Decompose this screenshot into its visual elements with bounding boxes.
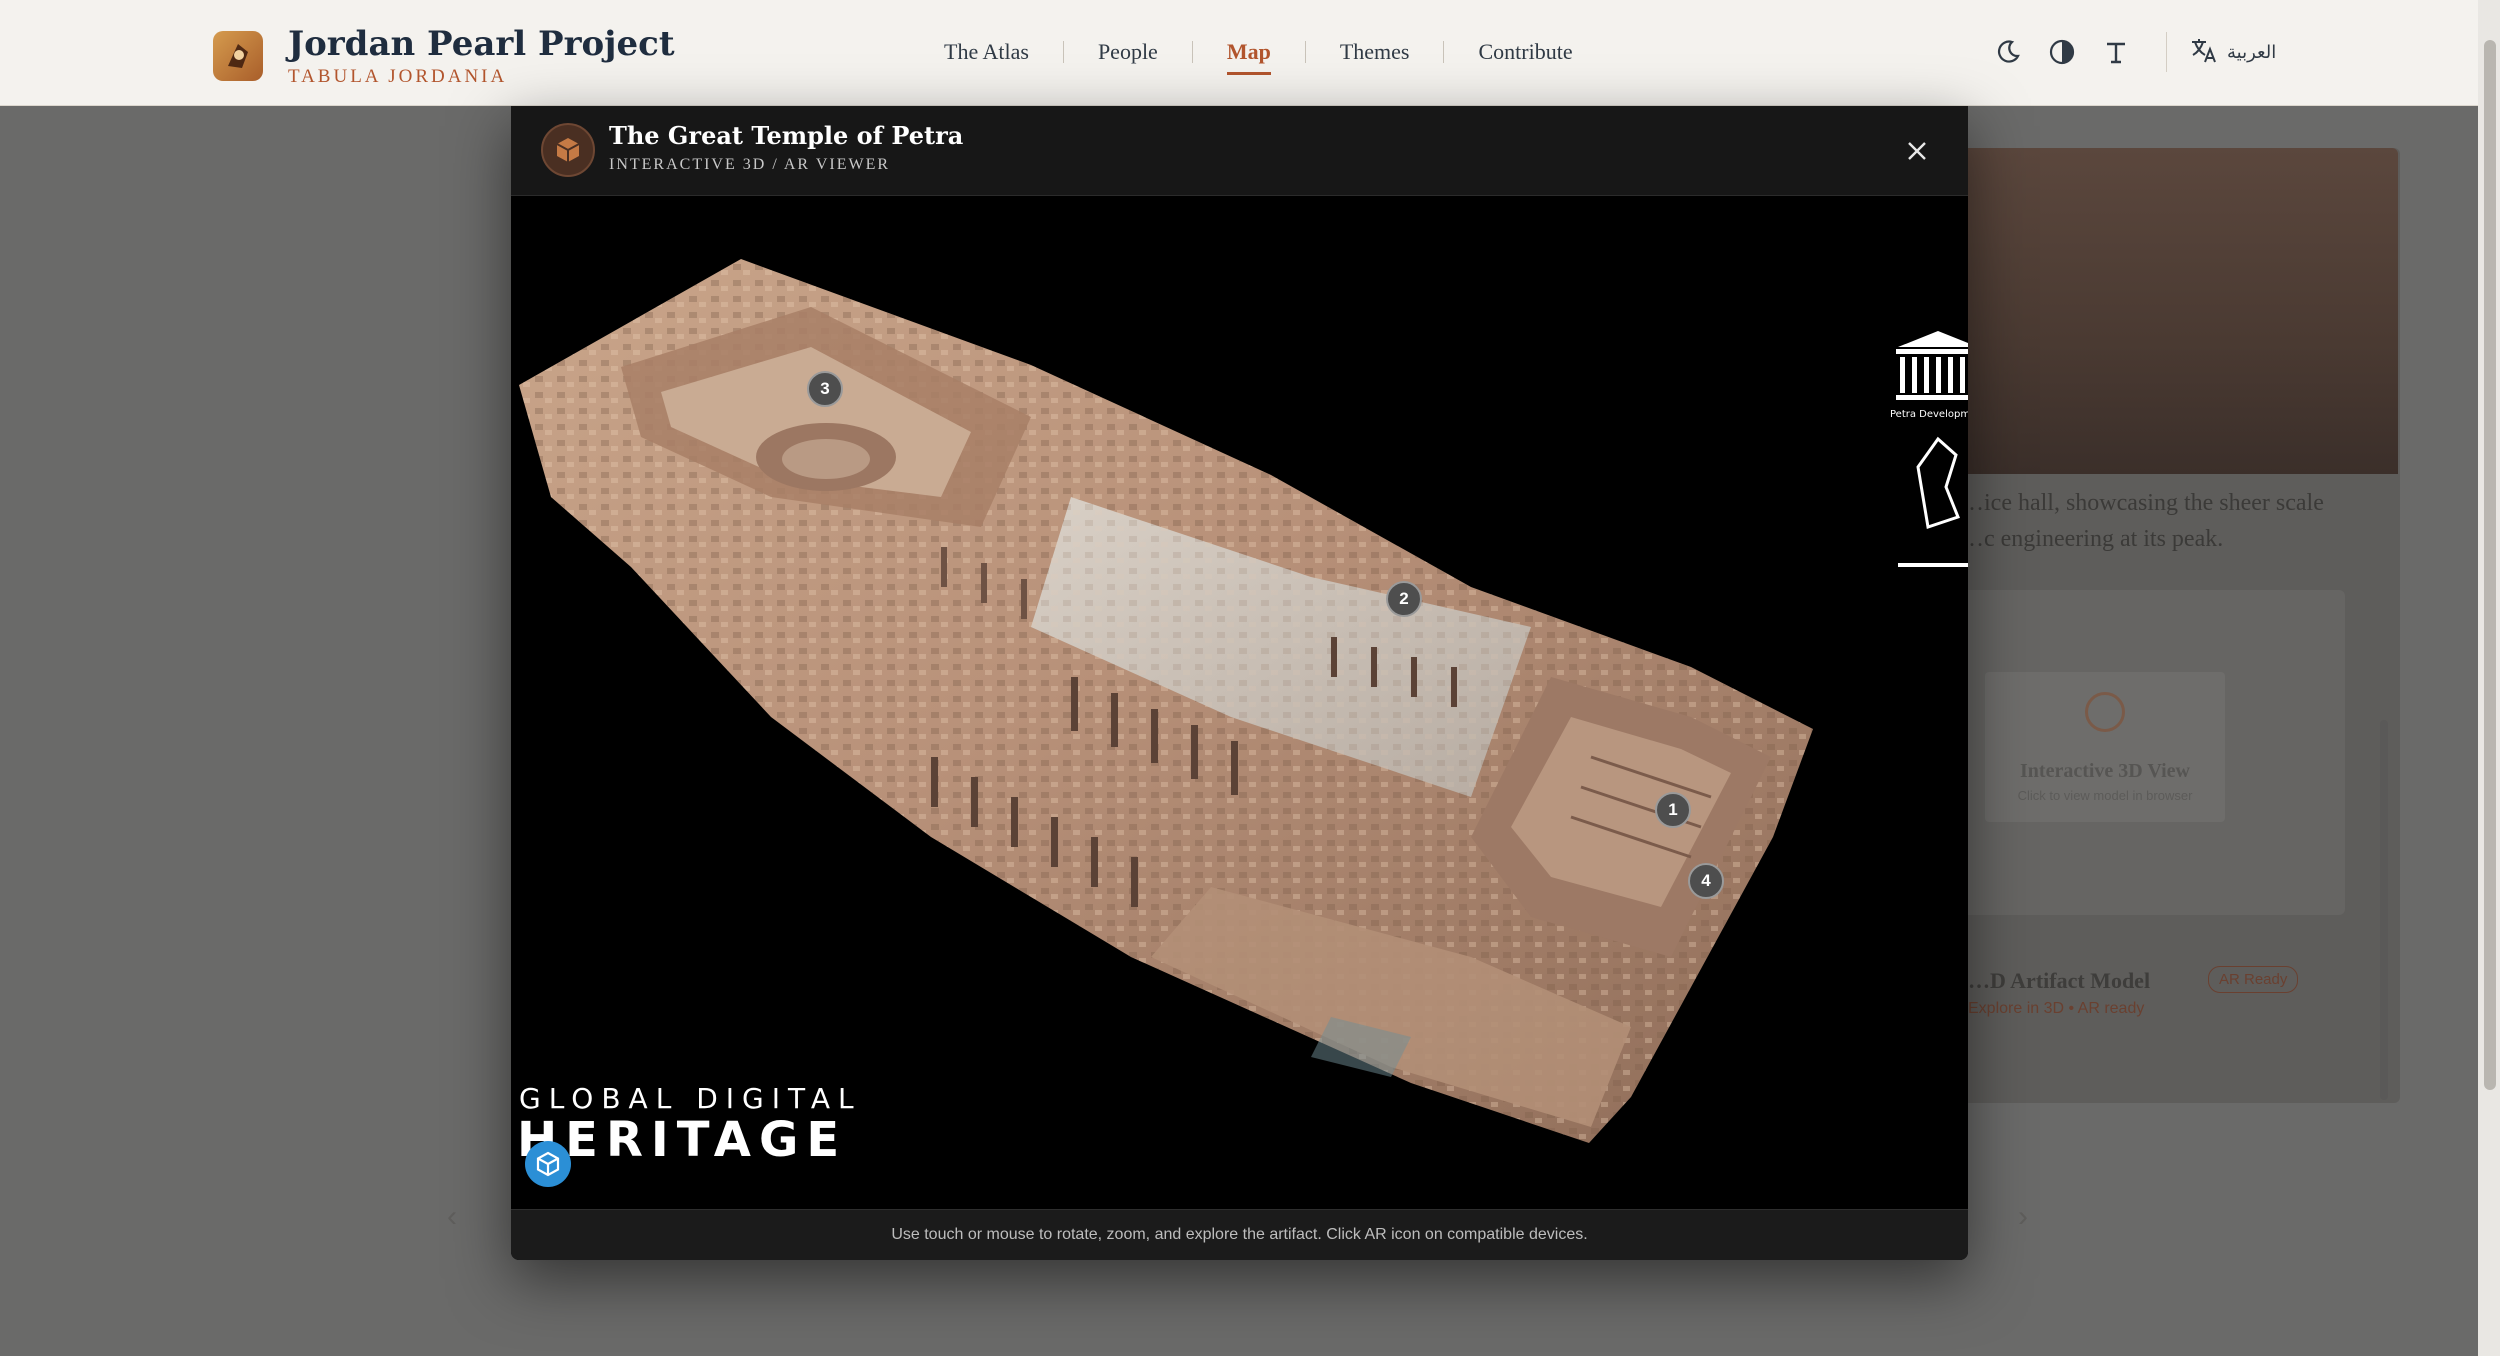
background-text-line: …c engineering at its peak. [1960, 526, 2224, 552]
brand-subtitle: TABULA JORDANIA [288, 66, 508, 87]
language-toggle[interactable]: العربية [2189, 35, 2276, 70]
translate-icon [2189, 35, 2219, 70]
gdh-watermark-top: GLOBAL DIGITAL [519, 1082, 862, 1115]
model-viewer-modal: The Great Temple of Petra INTERACTIVE 3D… [511, 106, 1968, 1260]
close-icon[interactable] [1896, 130, 1938, 172]
background-ar-badge: AR Ready [2208, 966, 2299, 993]
contrast-icon[interactable] [2040, 30, 2084, 74]
nav-people[interactable]: People [1064, 39, 1192, 65]
background-3d-icon [2085, 692, 2125, 732]
brand[interactable]: Jordan Pearl Project TABULA JORDANIA [213, 24, 675, 88]
top-header: Jordan Pearl Project TABULA JORDANIA The… [0, 0, 2478, 106]
background-tile-subtitle: Click to view model in browser [2017, 788, 2193, 803]
partner-logo-text: Petra Development [1890, 409, 1968, 420]
3d-model-canvas[interactable]: 3 2 1 4 Petra Development GLOBAL DIGITAL… [511, 197, 1968, 1209]
hotspot-3[interactable]: 3 [807, 371, 843, 407]
background-inner-scrollbar [2380, 720, 2388, 1100]
language-label: العربية [2227, 41, 2277, 62]
nav-themes[interactable]: Themes [1306, 39, 1444, 65]
petra-development-logo: Petra Development [1888, 327, 1968, 622]
brand-title: Jordan Pearl Project [288, 24, 675, 64]
hotspot-1[interactable]: 1 [1655, 792, 1691, 828]
modal-header: The Great Temple of Petra INTERACTIVE 3D… [511, 106, 1968, 196]
cube-badge-icon [541, 123, 595, 177]
carousel-prev-icon: ‹ [447, 1200, 457, 1233]
brand-logo-icon [213, 31, 263, 81]
ar-cube-icon[interactable] [525, 1141, 571, 1187]
text-size-icon[interactable] [2094, 30, 2138, 74]
background-artifact-title: …D Artifact Model [1968, 968, 2151, 993]
theme-moon-icon[interactable] [1986, 30, 2030, 74]
nav-contribute[interactable]: Contribute [1444, 39, 1606, 65]
tools-divider [2166, 32, 2167, 72]
main-nav: The Atlas People Map Themes Contribute [910, 32, 1607, 75]
page-scrollbar-thumb[interactable] [2484, 40, 2496, 1090]
background-text-line: …ice hall, showcasing the sheer scale [1960, 490, 2324, 516]
background-tile-title: Interactive 3D View [2020, 760, 2190, 782]
carousel-next-icon: › [2018, 1200, 2028, 1233]
modal-title: The Great Temple of Petra [609, 121, 964, 150]
hotspot-2[interactable]: 2 [1386, 581, 1422, 617]
modal-subtitle: INTERACTIVE 3D / AR VIEWER [609, 156, 891, 173]
modal-footer: Use touch or mouse to rotate, zoom, and … [511, 1209, 1968, 1260]
hotspot-4[interactable]: 4 [1688, 863, 1724, 899]
header-tools: العربية [1986, 30, 2276, 74]
background-artifact-subtitle: Explore in 3D • AR ready [1968, 1000, 2145, 1017]
temple-3d-model[interactable] [511, 197, 1968, 1209]
nav-the-atlas[interactable]: The Atlas [910, 39, 1063, 65]
background-3d-tile: Interactive 3D View Click to view model … [1985, 672, 2225, 822]
nav-map[interactable]: Map [1193, 39, 1305, 75]
viewer-instructions: Use touch or mouse to rotate, zoom, and … [891, 1226, 1588, 1243]
